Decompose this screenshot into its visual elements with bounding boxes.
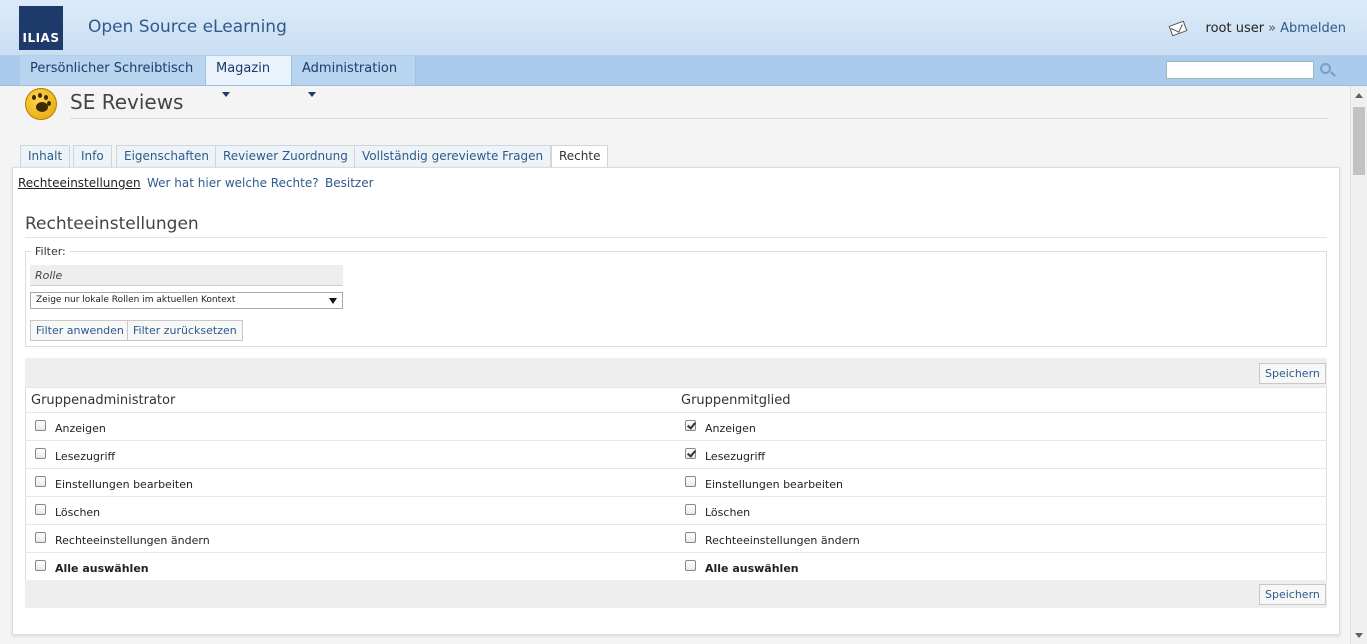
permission-checkbox-admin-loeschen[interactable] (35, 504, 46, 515)
page-title: SE Reviews (70, 90, 184, 114)
user-bar: root user » Abmelden (1168, 20, 1346, 37)
permissions-toolbar-bottom (25, 580, 1327, 608)
permission-label: Einstellungen bearbeiten (55, 478, 193, 491)
select-all-label: Alle auswählen (55, 562, 149, 575)
ilias-logo[interactable]: ILIAS (19, 6, 63, 50)
row-divider (25, 552, 1327, 553)
tab-eigenschaften[interactable]: Eigenschaften (116, 145, 218, 168)
page-scrollbar[interactable] (1350, 86, 1367, 644)
permission-checkbox-member-lesezugriff[interactable] (685, 448, 696, 459)
scroll-down-icon[interactable] (1355, 633, 1363, 638)
permission-checkbox-admin-anzeigen[interactable] (35, 420, 46, 431)
user-separator: » (1268, 21, 1277, 36)
filter-role-label: Rolle (30, 265, 343, 286)
section-title: Rechteeinstellungen (25, 214, 199, 234)
row-divider (25, 468, 1327, 469)
select-all-label: Alle auswählen (705, 562, 799, 575)
menu-item-label: Magazin (216, 61, 271, 76)
chevron-down-icon (308, 92, 316, 97)
apply-filter-button[interactable]: Filter anwenden (30, 320, 130, 341)
permission-checkbox-admin-rechte[interactable] (35, 532, 46, 543)
subtab-wer-hat-rechte[interactable]: Wer hat hier welche Rechte? (147, 176, 319, 190)
role-filter-value: Zeige nur lokale Rollen im aktuellen Kon… (36, 295, 236, 305)
permissions-table (25, 358, 1327, 608)
section-divider (25, 237, 1327, 238)
permission-checkbox-member-loeschen[interactable] (685, 504, 696, 515)
save-button-top[interactable]: Speichern (1259, 363, 1326, 384)
paw-icon (25, 88, 57, 120)
row-divider (25, 440, 1327, 441)
role-filter-select[interactable]: Zeige nur lokale Rollen im aktuellen Kon… (30, 292, 343, 309)
scroll-up-icon[interactable] (1355, 93, 1363, 98)
menu-personal-desktop[interactable]: Persönlicher Schreibtisch (20, 56, 206, 97)
filter-legend: Filter: (31, 245, 70, 258)
tab-vollstaendig-gereviewte-fragen[interactable]: Vollständig gereviewte Fragen (354, 145, 552, 168)
row-divider (25, 524, 1327, 525)
reset-filter-button[interactable]: Filter zurücksetzen (127, 320, 243, 341)
tab-reviewer-zuordnung[interactable]: Reviewer Zuordnung (215, 145, 356, 168)
chevron-down-icon (222, 92, 230, 97)
title-divider (70, 118, 1328, 119)
top-header: ILIAS Open Source eLearning root user » … (0, 0, 1367, 56)
menu-item-label: Administration (302, 61, 398, 76)
permission-checkbox-member-rechte[interactable] (685, 532, 696, 543)
menu-administration[interactable]: Administration (292, 56, 416, 97)
permission-label: Einstellungen bearbeiten (705, 478, 843, 491)
search-icon[interactable] (1320, 63, 1331, 74)
scroll-thumb[interactable] (1353, 107, 1365, 175)
tab-info[interactable]: Info (73, 145, 112, 168)
save-button-bottom[interactable]: Speichern (1259, 584, 1326, 605)
logout-link[interactable]: Abmelden (1280, 21, 1346, 36)
permission-label: Rechteeinstellungen ändern (55, 534, 210, 547)
permissions-toolbar-top (25, 358, 1327, 388)
permission-checkbox-admin-einstellungen[interactable] (35, 476, 46, 487)
subtab-besitzer[interactable]: Besitzer (325, 176, 374, 190)
search-input[interactable] (1166, 61, 1314, 79)
permission-checkbox-member-einstellungen[interactable] (685, 476, 696, 487)
tab-rechte[interactable]: Rechte (551, 145, 609, 169)
subtab-rechteeinstellungen[interactable]: Rechteeinstellungen (18, 176, 141, 190)
menu-item-label: Persönlicher Schreibtisch (30, 61, 194, 76)
site-title: Open Source eLearning (88, 17, 287, 37)
row-divider (25, 412, 1327, 413)
user-name: root user (1205, 21, 1265, 36)
select-all-checkbox-admin[interactable] (35, 560, 46, 571)
permission-label: Lesezugriff (705, 450, 766, 463)
row-divider (25, 496, 1327, 497)
permission-label: Lesezugriff (55, 450, 116, 463)
menu-repository[interactable]: Magazin (206, 56, 292, 97)
mail-icon[interactable] (1168, 20, 1187, 37)
permission-label: Löschen (705, 506, 751, 519)
tab-inhalt[interactable]: Inhalt (20, 145, 71, 168)
permission-checkbox-member-anzeigen[interactable] (685, 420, 696, 431)
permission-label: Anzeigen (55, 422, 106, 435)
permission-label: Löschen (55, 506, 101, 519)
permission-label: Rechteeinstellungen ändern (705, 534, 860, 547)
chevron-down-icon (329, 298, 337, 304)
column-header-gruppenadministrator: Gruppenadministrator (31, 393, 176, 408)
column-header-gruppenmitglied: Gruppenmitglied (681, 393, 791, 408)
header-divider (25, 387, 1327, 388)
select-all-checkbox-member[interactable] (685, 560, 696, 571)
main-menu: Persönlicher Schreibtisch Magazin Admini… (0, 56, 1367, 97)
permission-checkbox-admin-lesezugriff[interactable] (35, 448, 46, 459)
permission-label: Anzeigen (705, 422, 756, 435)
